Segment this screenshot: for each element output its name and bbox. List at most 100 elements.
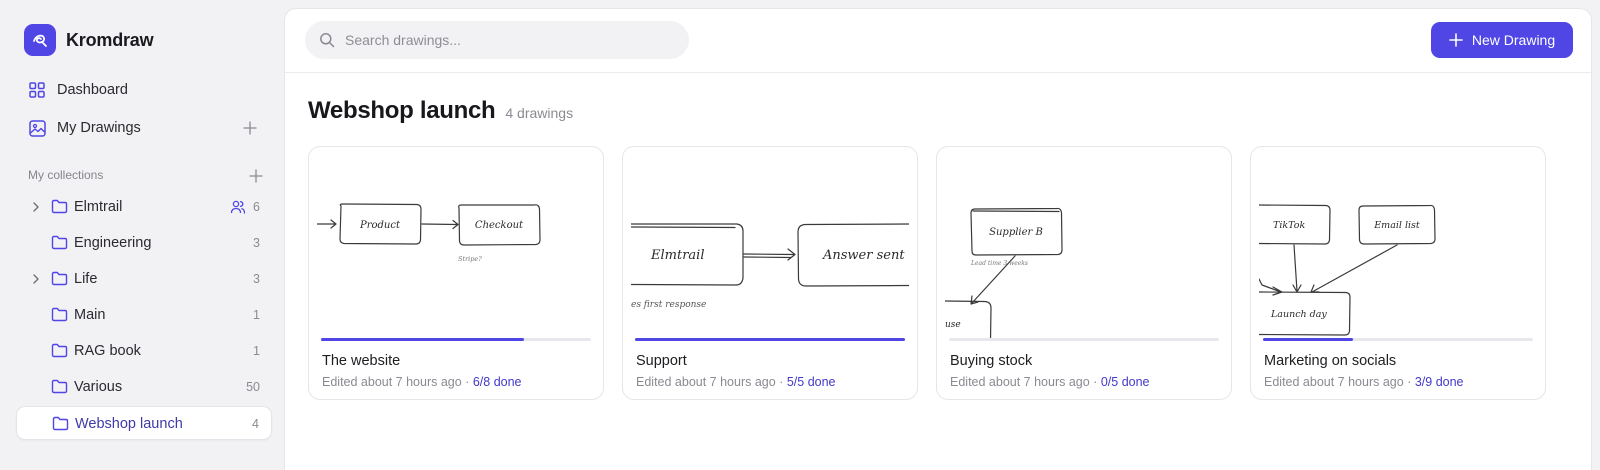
collection-item[interactable]: Engineering 3 xyxy=(16,226,272,260)
collection-count: 1 xyxy=(253,344,260,358)
collection-name: Life xyxy=(74,271,98,287)
progress-fill xyxy=(635,338,905,341)
done-count: 0/5 done xyxy=(1100,375,1150,389)
folder-icon xyxy=(51,379,68,394)
collection-item[interactable]: Various 50 xyxy=(16,370,272,404)
shared-users-icon xyxy=(230,199,246,215)
drawing-title[interactable]: Marketing on socials xyxy=(1264,353,1396,369)
main-panel: New Drawing Webshop launch 4 drawings Pr… xyxy=(284,8,1592,470)
sketch-label: TikTok xyxy=(1273,220,1305,231)
image-icon xyxy=(28,119,46,137)
chevron-right-icon[interactable] xyxy=(30,273,42,285)
add-collection-plus-icon[interactable] xyxy=(248,168,264,184)
nav-my-drawings[interactable]: My Drawings xyxy=(16,111,272,145)
collection-count: 50 xyxy=(246,380,260,394)
plus-icon xyxy=(1449,33,1463,47)
collection-count: 1 xyxy=(253,308,260,322)
chevron-right-icon[interactable] xyxy=(30,201,42,213)
meta-separator: · xyxy=(779,375,784,389)
folder-icon xyxy=(51,343,68,358)
collection-name: Webshop launch xyxy=(75,416,183,432)
drawing-meta: Edited about 7 hours ago · 5/5 done xyxy=(636,375,836,389)
collection-item[interactable]: Life 3 xyxy=(16,262,272,296)
drawing-meta: Edited about 7 hours ago · 0/5 done xyxy=(950,375,1150,389)
meta-separator: · xyxy=(1093,375,1098,389)
sketch-label: Answer sent xyxy=(822,248,905,263)
collection-name: Various xyxy=(74,379,123,395)
drawing-meta: Edited about 7 hours ago · 3/9 done xyxy=(1264,375,1464,389)
folder-icon xyxy=(51,307,68,322)
folder-icon xyxy=(51,199,68,214)
sketch-label: Elmtrail xyxy=(650,248,704,263)
collection-item[interactable]: Webshop launch 4 xyxy=(16,406,272,440)
edited-time: Edited about 7 hours ago xyxy=(950,375,1090,389)
collection-name: Engineering xyxy=(74,235,152,251)
progress-bar xyxy=(321,338,591,341)
progress-bar xyxy=(635,338,905,341)
folder-icon xyxy=(52,416,69,431)
progress-bar xyxy=(949,338,1219,341)
done-count: 3/9 done xyxy=(1414,375,1464,389)
sketch-note: es first response xyxy=(631,300,706,310)
collection-count: 6 xyxy=(253,200,260,214)
collection-count: 4 xyxy=(252,417,259,431)
sketch-label: Product xyxy=(359,220,401,231)
sketch-label: Email list xyxy=(1373,220,1420,231)
grid-icon xyxy=(28,81,46,99)
folder-icon xyxy=(51,271,68,286)
new-drawing-button[interactable]: New Drawing xyxy=(1431,22,1573,58)
edited-time: Edited about 7 hours ago xyxy=(322,375,462,389)
done-count: 5/5 done xyxy=(786,375,836,389)
search-input[interactable] xyxy=(345,21,675,59)
collection-count: 3 xyxy=(253,236,260,250)
page-title: Webshop launch xyxy=(308,97,496,124)
drawing-thumbnail: Supplier B Lead time 3 weeks use xyxy=(945,155,1223,339)
collection-item[interactable]: RAG book 1 xyxy=(16,334,272,368)
edited-time: Edited about 7 hours ago xyxy=(636,375,776,389)
collections-title: My collections xyxy=(28,168,104,182)
progress-bar xyxy=(1263,338,1533,341)
folder-icon xyxy=(51,235,68,250)
progress-fill xyxy=(1263,338,1353,341)
nav-dashboard[interactable]: Dashboard xyxy=(16,73,272,107)
topbar: New Drawing xyxy=(285,9,1591,73)
new-drawing-label: New Drawing xyxy=(1471,32,1556,48)
collection-name: Main xyxy=(74,307,106,323)
sketch-label: Checkout xyxy=(475,220,524,231)
drawing-title[interactable]: The website xyxy=(322,353,400,369)
page-heading: Webshop launch 4 drawings xyxy=(308,97,573,125)
drawing-card[interactable]: Supplier B Lead time 3 weeks use Buying … xyxy=(936,146,1232,400)
collection-name: Elmtrail xyxy=(74,199,123,215)
brand[interactable]: Kromdraw xyxy=(24,24,154,56)
collection-name: RAG book xyxy=(74,343,141,359)
kromdraw-logo-icon xyxy=(24,24,56,56)
drawing-title[interactable]: Buying stock xyxy=(950,353,1032,369)
meta-separator: · xyxy=(1407,375,1412,389)
nav-my-drawings-label: My Drawings xyxy=(57,120,141,136)
nav-dashboard-label: Dashboard xyxy=(57,82,128,98)
drawing-card[interactable]: TikTok Email list Launch day Marketing o… xyxy=(1250,146,1546,400)
done-count: 6/8 done xyxy=(472,375,522,389)
drawing-thumbnail: Product Checkout Stripe? xyxy=(317,155,595,339)
sketch-label: use xyxy=(945,320,961,330)
drawing-count: 4 drawings xyxy=(505,105,574,121)
add-drawing-plus-icon[interactable] xyxy=(242,120,258,136)
search-icon xyxy=(319,32,335,48)
meta-separator: · xyxy=(465,375,470,389)
search-box[interactable] xyxy=(305,21,689,59)
drawing-card[interactable]: Product Checkout Stripe? The website Edi… xyxy=(308,146,604,400)
sketch-note: Lead time 3 weeks xyxy=(970,260,1028,267)
collection-item[interactable]: Main 1 xyxy=(16,298,272,332)
collection-count: 3 xyxy=(253,272,260,286)
sketch-label: Launch day xyxy=(1270,309,1327,320)
sidebar: Kromdraw Dashboard My Drawings My collec… xyxy=(0,0,284,470)
drawing-title[interactable]: Support xyxy=(636,353,687,369)
collection-item[interactable]: Elmtrail 6 xyxy=(16,190,272,224)
app-name: Kromdraw xyxy=(66,29,154,50)
edited-time: Edited about 7 hours ago xyxy=(1264,375,1404,389)
drawing-card[interactable]: Elmtrail Answer sent es first response S… xyxy=(622,146,918,400)
drawing-thumbnail: TikTok Email list Launch day xyxy=(1259,155,1537,339)
sketch-label: Supplier B xyxy=(989,227,1043,238)
drawing-thumbnail: Elmtrail Answer sent es first response xyxy=(631,155,909,339)
progress-fill xyxy=(321,338,524,341)
